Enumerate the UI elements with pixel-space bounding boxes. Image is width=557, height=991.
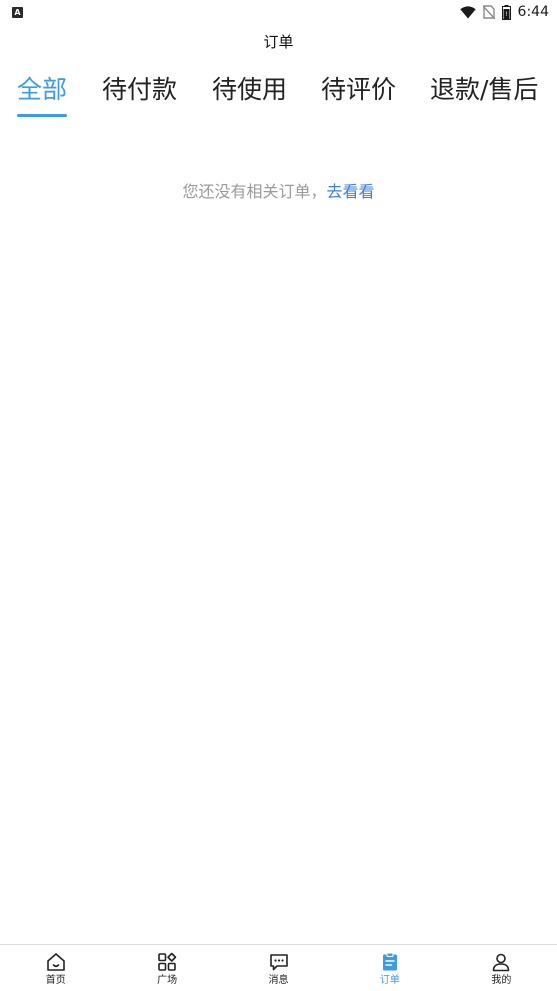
notification-icon: A [12, 6, 23, 18]
battery-icon: ! [501, 4, 511, 20]
message-icon [269, 954, 288, 971]
tab-refund-aftersale-label: 退款/售后 [430, 75, 539, 104]
browse-link[interactable]: 去看看 [327, 182, 375, 201]
tab-pending-payment[interactable]: 待付款 [102, 70, 177, 120]
tab-pending-review-label: 待评价 [321, 75, 397, 104]
tab-refund-aftersale[interactable]: 退款/售后 [430, 70, 538, 120]
svg-text:!: ! [505, 11, 507, 18]
tab-all-label: 全部 [17, 75, 68, 104]
tab-pending-payment-label: 待付款 [102, 75, 178, 104]
nav-item-mine[interactable]: 我的 [446, 945, 557, 991]
no-sim-icon [482, 5, 495, 19]
home-icon [46, 953, 65, 971]
nav-label-mine: 我的 [491, 975, 512, 986]
nav-item-messages[interactable]: 消息 [223, 945, 334, 991]
page-title: 订单 [263, 33, 294, 51]
wifi-icon [459, 5, 476, 18]
status-right: ! 6:44 [459, 4, 549, 20]
nav-label-orders: 订单 [379, 975, 400, 986]
tab-all[interactable]: 全部 [17, 70, 68, 120]
tab-pending-use-label: 待使用 [212, 75, 288, 104]
grid-icon [158, 952, 177, 971]
order-icon [382, 952, 397, 971]
empty-state: 您还没有相关订单，去看看 [0, 180, 557, 204]
order-tabs: 全部 待付款 待使用 待评价 退款/售后 [0, 70, 557, 120]
tab-pending-use[interactable]: 待使用 [212, 70, 287, 120]
header: 订单 [0, 30, 557, 54]
tab-active-indicator [17, 114, 68, 117]
user-icon [493, 953, 510, 972]
status-bar: A ! 6:44 [0, 0, 557, 24]
status-time: 6:44 [517, 4, 549, 20]
nav-item-orders[interactable]: 订单 [334, 945, 445, 991]
status-left: A [12, 6, 23, 18]
nav-label-messages: 消息 [268, 975, 289, 986]
tab-pending-review[interactable]: 待评价 [321, 70, 396, 120]
nav-label-home: 首页 [45, 975, 66, 986]
nav-item-plaza[interactable]: 广场 [111, 945, 222, 991]
nav-item-home[interactable]: 首页 [0, 945, 111, 991]
bottom-nav: 首页 广场 消息 订单 我的 [0, 944, 557, 991]
nav-label-plaza: 广场 [157, 975, 178, 986]
empty-state-message: 您还没有相关订单， [182, 182, 327, 201]
